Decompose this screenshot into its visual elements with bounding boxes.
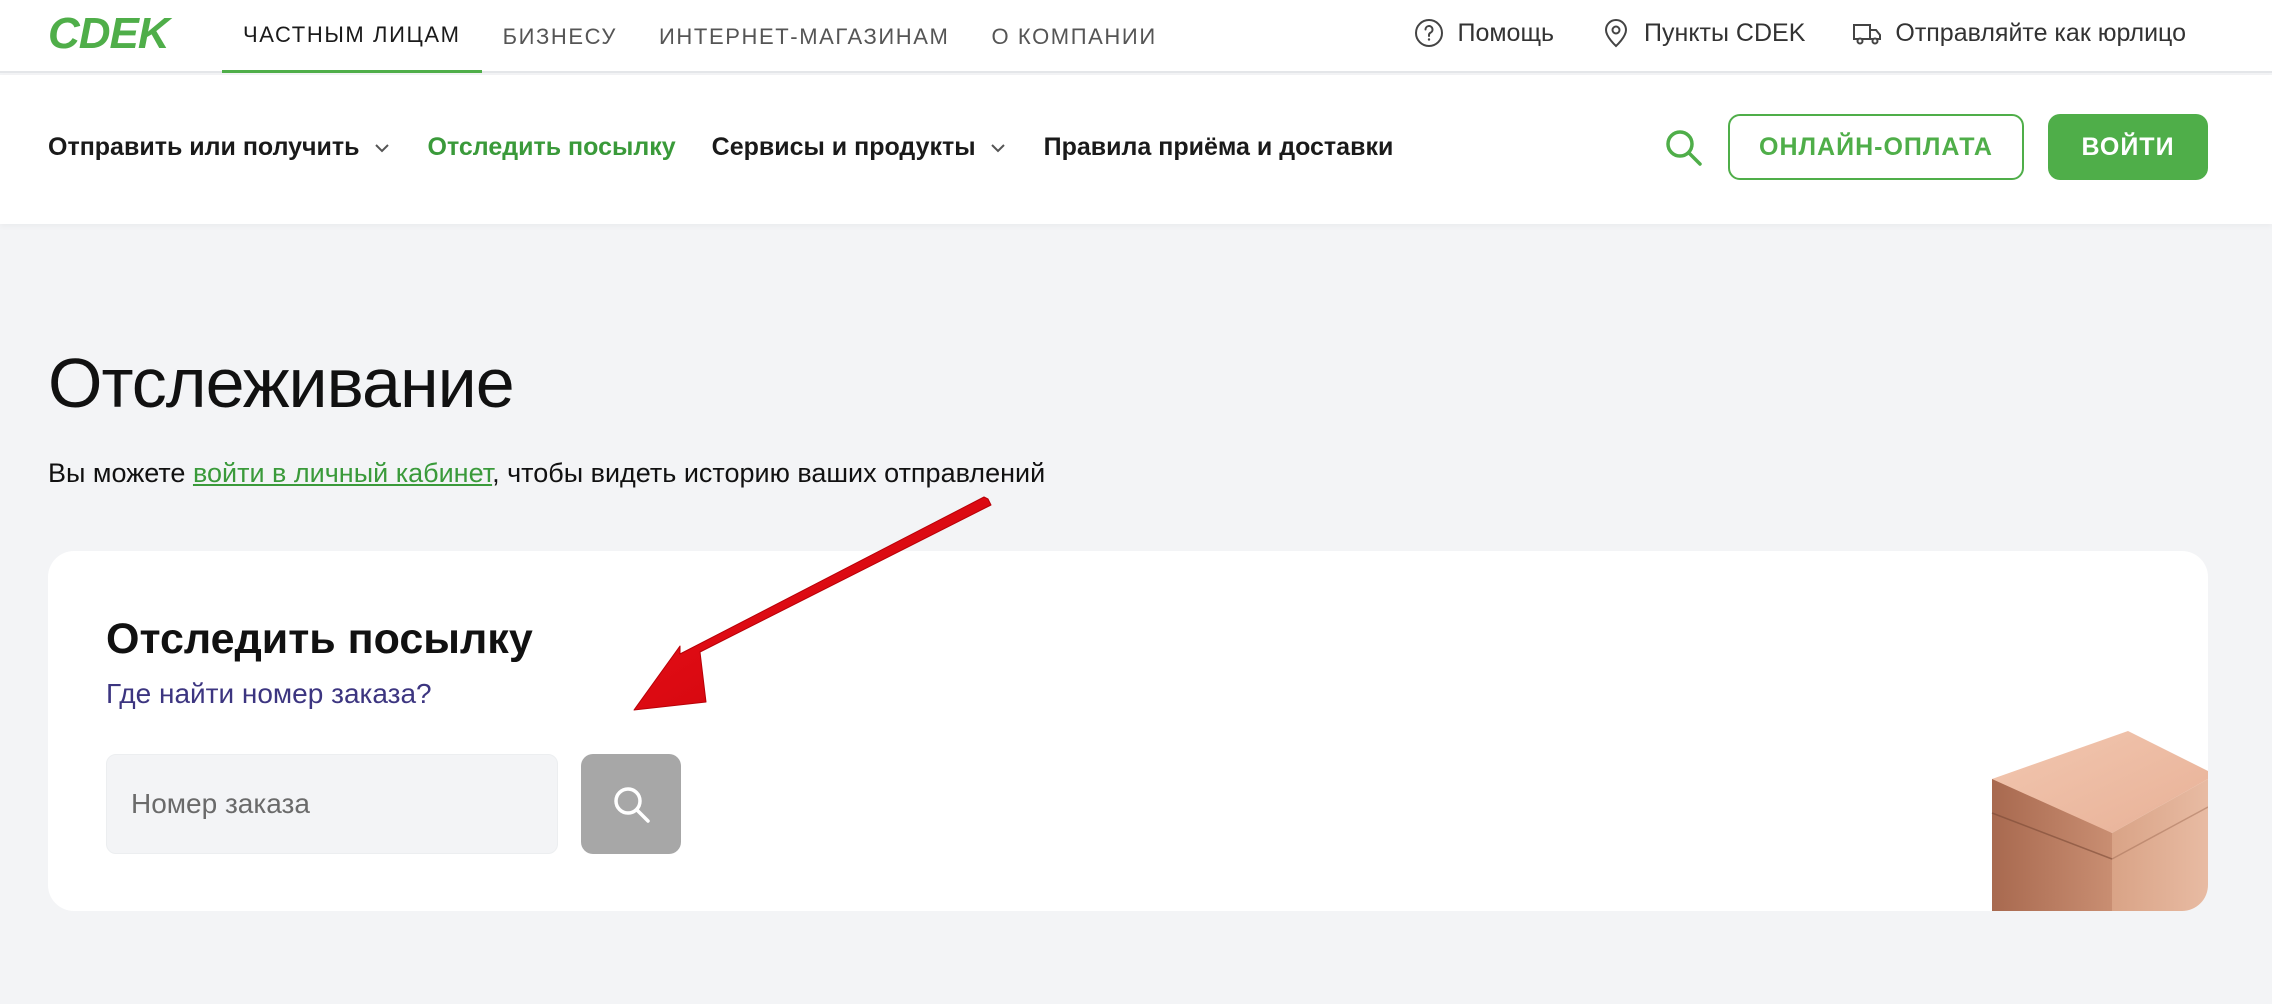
order-number-help-link[interactable]: Где найти номер заказа? [106, 676, 432, 712]
location-pin-icon [1605, 19, 1628, 48]
help-link-label: Помощь [1457, 18, 1555, 47]
online-payment-button[interactable]: ОНЛАЙН-ОПЛАТА [1728, 114, 2024, 180]
main-menu: Отправить или получить Отследить посылку… [48, 75, 1393, 220]
topnav-item-company[interactable]: О КОМПАНИИ [971, 0, 1178, 73]
menu-item-label: Сервисы и продукты [711, 133, 976, 161]
page-title: Отслеживание [48, 344, 515, 422]
page-subtitle: Вы можете войти в личный кабинет, чтобы … [48, 455, 1045, 491]
menu-item-rules[interactable]: Правила приёма и доставки [1044, 133, 1394, 162]
subtitle-text-before: Вы можете [48, 458, 193, 488]
track-search-button[interactable] [581, 754, 681, 854]
login-cabinet-link[interactable]: войти в личный кабинет [193, 458, 492, 488]
utility-links: Помощь Пункты CDEK Отправляйте как юрлиц… [1413, 0, 2186, 66]
help-circle-icon [1415, 19, 1444, 47]
help-link[interactable]: Помощь [1413, 17, 1554, 49]
pickup-points-link[interactable]: Пункты CDEK [1600, 17, 1805, 49]
search-icon [614, 787, 650, 823]
topnav-item-business[interactable]: БИЗНЕСУ [482, 0, 638, 73]
search-icon[interactable] [1662, 126, 1704, 168]
truck-icon [1853, 24, 1882, 45]
menu-item-label: Правила приёма и доставки [1043, 133, 1394, 161]
topnav-item-private[interactable]: ЧАСТНЫМ ЛИЦАМ [222, 0, 482, 73]
mainnav-actions: ОНЛАЙН-ОПЛАТА ВОЙТИ [1662, 114, 2208, 180]
chevron-down-icon [990, 143, 1005, 152]
legal-entity-label: Отправляйте как юрлицо [1895, 18, 2186, 47]
top-bar: CDEK ЧАСТНЫМ ЛИЦАМ БИЗНЕСУ ИНТЕРНЕТ-МАГА… [0, 0, 2272, 73]
login-button[interactable]: ВОЙТИ [2048, 114, 2208, 180]
menu-item-send-receive[interactable]: Отправить или получить [48, 133, 392, 162]
tracking-card: Отследить посылку Где найти номер заказа… [48, 551, 2208, 911]
menu-item-services[interactable]: Сервисы и продукты [712, 133, 1008, 162]
logo-text: CDEK [48, 9, 170, 58]
audience-nav: ЧАСТНЫМ ЛИЦАМ БИЗНЕСУ ИНТЕРНЕТ-МАГАЗИНАМ… [222, 0, 1178, 73]
subtitle-text-after: , чтобы видеть историю ваших отправлений [492, 458, 1046, 488]
main-nav: Отправить или получить Отследить посылку… [0, 75, 2272, 224]
order-number-input[interactable] [106, 754, 558, 854]
topnav-item-ecommerce[interactable]: ИНТЕРНЕТ-МАГАЗИНАМ [638, 0, 970, 73]
cdek-logo[interactable]: CDEK [48, 9, 170, 58]
chevron-down-icon [374, 143, 389, 152]
pickup-points-label: Пункты CDEK [1644, 18, 1806, 47]
tracking-card-title: Отследить посылку [106, 615, 533, 663]
menu-item-track-parcel[interactable]: Отследить посылку [428, 133, 676, 162]
legal-entity-link[interactable]: Отправляйте как юрлицо [1851, 17, 2186, 49]
menu-item-label: Отследить посылку [427, 133, 676, 161]
parcel-box-illustration [1991, 731, 2208, 911]
menu-item-label: Отправить или получить [48, 133, 360, 161]
